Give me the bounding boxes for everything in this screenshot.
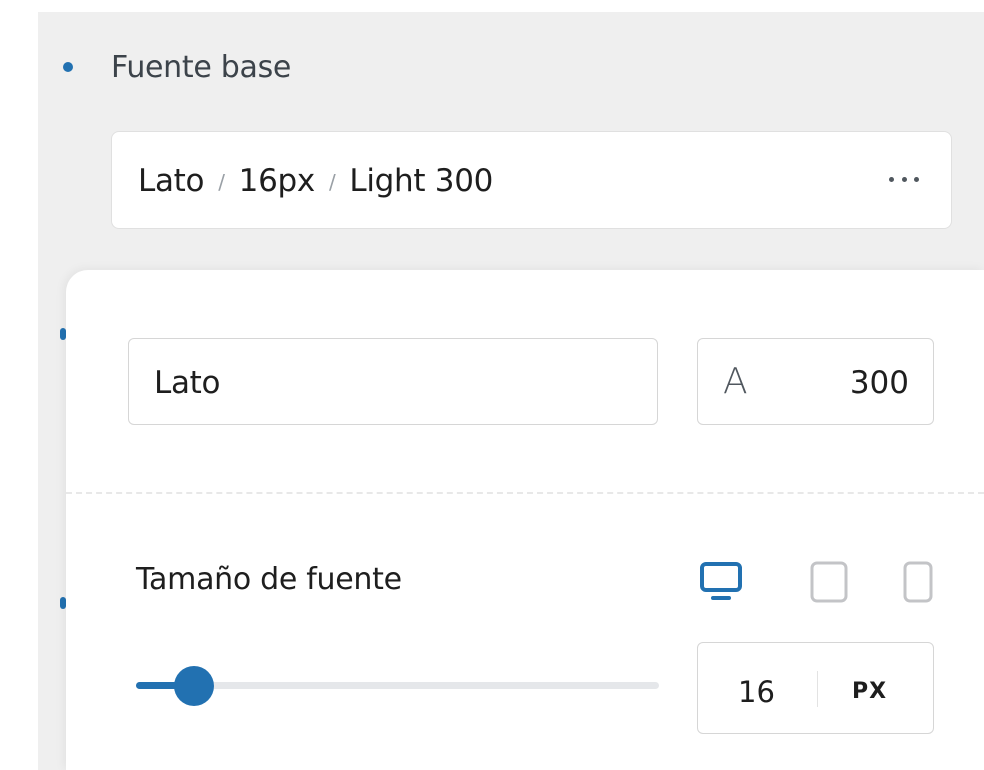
font-weight-select[interactable]: A 300	[697, 338, 934, 425]
font-summary-toggle[interactable]: Lato / 16px / Light 300	[111, 131, 952, 229]
tablet-icon[interactable]	[809, 560, 849, 604]
summary-separator: /	[328, 170, 336, 194]
summary-family: Lato	[138, 163, 205, 199]
font-family-select[interactable]: Lato	[128, 338, 658, 425]
font-size-input[interactable]: 16	[738, 675, 775, 709]
font-family-value: Lato	[154, 365, 221, 401]
font-size-slider[interactable]	[136, 666, 661, 706]
slider-thumb[interactable]	[174, 666, 214, 706]
font-size-number-field: 16 PX	[697, 642, 934, 734]
mobile-icon[interactable]	[902, 560, 934, 604]
font-size-label: Tamaño de fuente	[136, 562, 402, 597]
unit-divider	[817, 671, 818, 707]
desktop-icon[interactable]	[699, 560, 743, 604]
slider-track	[136, 682, 659, 689]
font-summary-text: Lato / 16px / Light 300	[138, 163, 493, 199]
typography-popover: Lato A 300 Tamaño de fuente 16 PX	[66, 270, 984, 770]
divider	[66, 492, 984, 494]
section-bullet	[63, 62, 73, 72]
summary-size: 16px	[238, 163, 316, 199]
font-weight-value: 300	[849, 365, 909, 401]
section-label-base-font: Fuente base	[111, 50, 292, 85]
more-options-icon[interactable]	[889, 174, 919, 184]
unit-select[interactable]: PX	[852, 679, 887, 704]
summary-separator: /	[218, 170, 225, 194]
font-weight-icon: A	[723, 361, 748, 402]
summary-weight: Light 300	[349, 163, 494, 199]
